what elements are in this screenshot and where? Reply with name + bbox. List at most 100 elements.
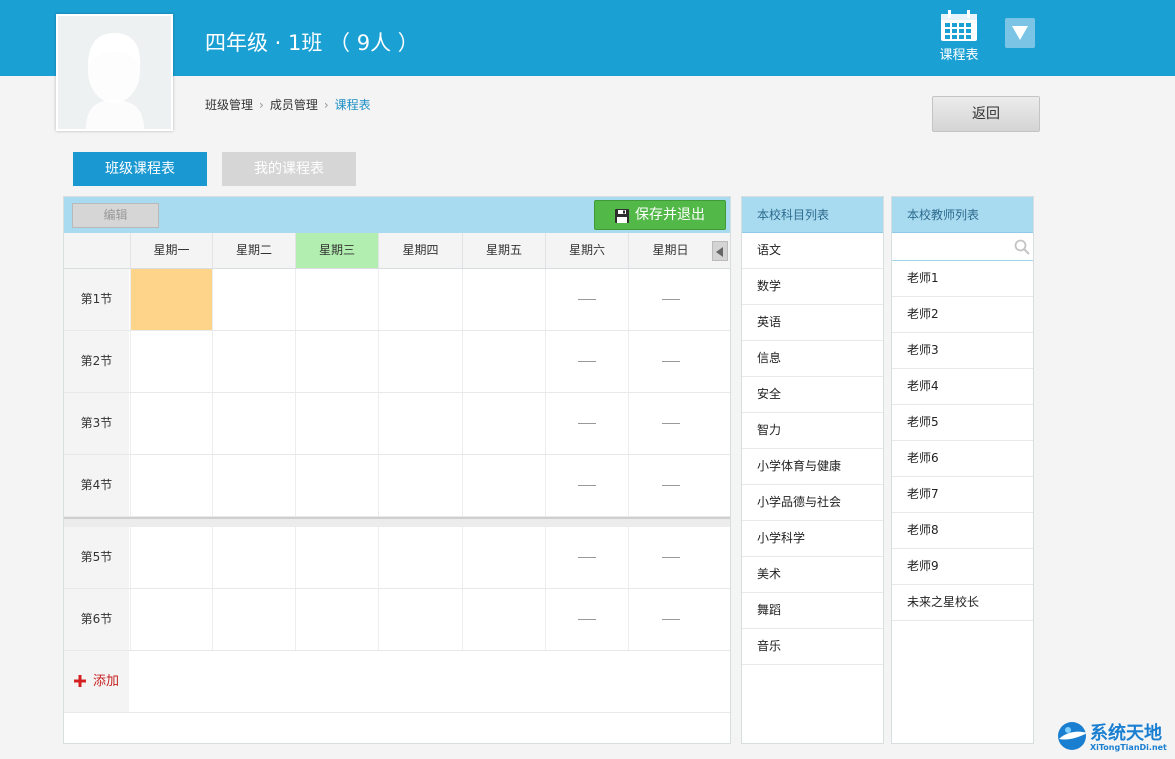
breadcrumb-current-page: 课程表 bbox=[334, 98, 371, 112]
calendar-grid-icon bbox=[941, 10, 977, 41]
no-class-marker bbox=[578, 299, 596, 300]
teacher-list-item[interactable]: 老师6 bbox=[892, 441, 1033, 477]
day-header-6: 星期六 bbox=[545, 233, 628, 268]
no-class-marker bbox=[661, 299, 680, 300]
schedule-cell[interactable] bbox=[462, 393, 545, 454]
schedule-cell[interactable] bbox=[545, 527, 628, 588]
teacher-list-item[interactable]: 老师5 bbox=[892, 405, 1033, 441]
period-label: 第4节 bbox=[64, 455, 129, 516]
schedule-cell[interactable] bbox=[378, 589, 462, 650]
schedule-cell[interactable] bbox=[628, 331, 712, 392]
schedule-cell[interactable] bbox=[628, 269, 712, 330]
teacher-list-item[interactable]: 未来之星校长 bbox=[892, 585, 1033, 621]
day-header-4: 星期四 bbox=[378, 233, 462, 268]
subject-list-item[interactable]: 数学 bbox=[742, 269, 883, 305]
schedule-cell[interactable] bbox=[295, 455, 378, 516]
teacher-list-header: 本校教师列表 bbox=[892, 197, 1033, 233]
schedule-cell[interactable] bbox=[462, 455, 545, 516]
teacher-search-input[interactable] bbox=[892, 233, 1010, 260]
teacher-list-item[interactable]: 老师2 bbox=[892, 297, 1033, 333]
schedule-cell[interactable] bbox=[295, 269, 378, 330]
teacher-list-item[interactable]: 老师1 bbox=[892, 261, 1033, 297]
schedule-cell[interactable] bbox=[378, 269, 462, 330]
save-and-exit-button[interactable]: 保存并退出 bbox=[594, 200, 726, 230]
period-label: 第3节 bbox=[64, 393, 129, 454]
schedule-cell[interactable] bbox=[130, 331, 212, 392]
teacher-list-item[interactable]: 老师9 bbox=[892, 549, 1033, 585]
schedule-cell[interactable] bbox=[545, 269, 628, 330]
schedule-cell[interactable] bbox=[462, 269, 545, 330]
tab-class-schedule[interactable]: 班级课程表 bbox=[73, 152, 207, 186]
subject-list-item[interactable]: 美术 bbox=[742, 557, 883, 593]
no-class-marker bbox=[578, 423, 596, 424]
subject-list-item[interactable]: 安全 bbox=[742, 377, 883, 413]
subject-list-item[interactable]: 智力 bbox=[742, 413, 883, 449]
watermark-url: XiTongTianDi.net bbox=[1090, 743, 1167, 752]
teacher-list-item[interactable]: 老师3 bbox=[892, 333, 1033, 369]
teacher-list-panel: 本校教师列表 老师1 老师2 老师3 老师4 老师5 老师6 老师7 老师8 老师9 未来之星校长 bbox=[891, 196, 1034, 744]
schedule-cell[interactable] bbox=[545, 589, 628, 650]
schedule-cell[interactable] bbox=[295, 331, 378, 392]
schedule-cell[interactable] bbox=[378, 393, 462, 454]
breadcrumb-link-class-management[interactable]: 班级管理 bbox=[205, 98, 253, 112]
back-button[interactable]: 返回 bbox=[932, 96, 1040, 132]
schedule-cell[interactable] bbox=[295, 589, 378, 650]
floppy-disk-icon bbox=[615, 209, 629, 223]
scroll-days-button[interactable] bbox=[712, 241, 728, 261]
schedule-cell[interactable] bbox=[130, 455, 212, 516]
schedule-cell[interactable] bbox=[130, 527, 212, 588]
no-class-marker bbox=[661, 619, 680, 620]
schedule-cell[interactable] bbox=[462, 527, 545, 588]
edit-button[interactable]: 编辑 bbox=[72, 203, 159, 228]
schedule-cell[interactable] bbox=[545, 455, 628, 516]
schedule-cell[interactable] bbox=[462, 589, 545, 650]
schedule-cell[interactable] bbox=[130, 269, 212, 330]
subject-list-item[interactable]: 音乐 bbox=[742, 629, 883, 665]
schedule-cell[interactable] bbox=[545, 393, 628, 454]
schedule-cell[interactable] bbox=[212, 589, 295, 650]
breadcrumb-link-member-management[interactable]: 成员管理 bbox=[270, 98, 318, 112]
schedule-cell[interactable] bbox=[628, 527, 712, 588]
teacher-list-item[interactable]: 老师7 bbox=[892, 477, 1033, 513]
no-class-marker bbox=[661, 485, 680, 486]
teacher-list-item[interactable]: 老师4 bbox=[892, 369, 1033, 405]
schedule-cell[interactable] bbox=[462, 331, 545, 392]
subject-list-item[interactable]: 小学科学 bbox=[742, 521, 883, 557]
triangle-down-icon bbox=[1012, 26, 1028, 40]
schedule-cell[interactable] bbox=[378, 455, 462, 516]
class-avatar bbox=[56, 14, 173, 131]
subject-list-item[interactable]: 语文 bbox=[742, 233, 883, 269]
schedule-cell[interactable] bbox=[212, 269, 295, 330]
schedule-toolbar: 编辑 保存并退出 bbox=[64, 197, 730, 233]
schedule-cell[interactable] bbox=[295, 527, 378, 588]
schedule-cell[interactable] bbox=[295, 393, 378, 454]
teacher-list-item[interactable]: 老师8 bbox=[892, 513, 1033, 549]
subject-list-item[interactable]: 小学品德与社会 bbox=[742, 485, 883, 521]
subject-list-item[interactable]: 舞蹈 bbox=[742, 593, 883, 629]
add-period-label: 添加 bbox=[93, 674, 120, 689]
day-header-7: 星期日 bbox=[628, 233, 712, 268]
schedule-cell[interactable] bbox=[628, 455, 712, 516]
schedule-shortcut[interactable]: 课程表 bbox=[938, 10, 980, 63]
schedule-cell[interactable] bbox=[378, 527, 462, 588]
subject-list-item[interactable]: 小学体育与健康 bbox=[742, 449, 883, 485]
search-icon[interactable] bbox=[1014, 239, 1030, 255]
schedule-cell[interactable] bbox=[212, 393, 295, 454]
add-period-button[interactable]: 添加 bbox=[64, 651, 129, 712]
schedule-cell[interactable] bbox=[212, 331, 295, 392]
no-class-marker bbox=[661, 423, 680, 424]
schedule-cell[interactable] bbox=[378, 331, 462, 392]
schedule-cell[interactable] bbox=[545, 331, 628, 392]
schedule-cell[interactable] bbox=[212, 527, 295, 588]
schedule-cell[interactable] bbox=[628, 589, 712, 650]
subject-list-item[interactable]: 信息 bbox=[742, 341, 883, 377]
schedule-cell[interactable] bbox=[212, 455, 295, 516]
schedule-cell[interactable] bbox=[130, 393, 212, 454]
save-and-exit-label: 保存并退出 bbox=[635, 207, 705, 223]
schedule-cell[interactable] bbox=[130, 589, 212, 650]
subject-list-item[interactable]: 英语 bbox=[742, 305, 883, 341]
header-dropdown-button[interactable] bbox=[1005, 18, 1035, 48]
tab-my-schedule[interactable]: 我的课程表 bbox=[222, 152, 356, 186]
no-class-marker bbox=[578, 485, 596, 486]
schedule-cell[interactable] bbox=[628, 393, 712, 454]
